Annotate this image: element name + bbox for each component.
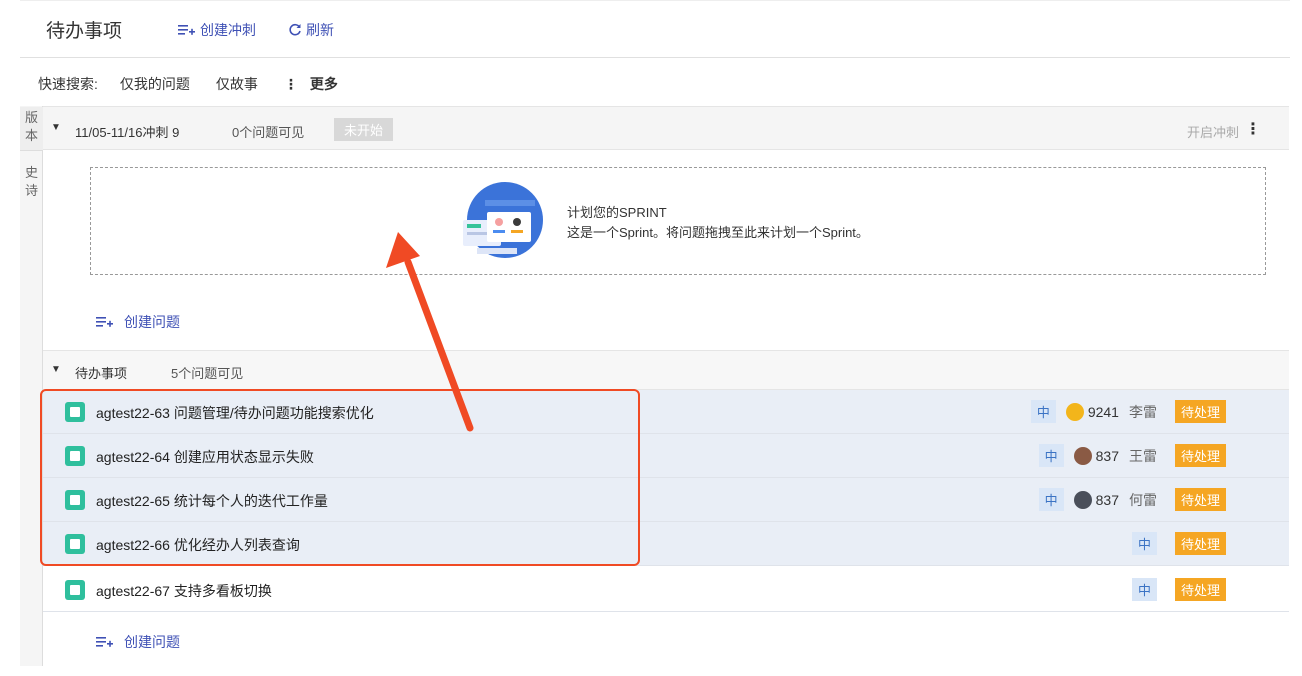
collapse-caret-icon[interactable]: ▼ — [51, 364, 61, 375]
status-badge: 待处理 — [1174, 488, 1226, 511]
sprint-empty-title: 计划您的SPRINT — [567, 205, 667, 220]
side-tabs: 版本 史诗 — [20, 106, 43, 666]
story-points: 837 — [1095, 447, 1119, 464]
issue-key: agtest22-67 — [96, 583, 170, 599]
filter-my-issues[interactable]: 仅我的问题 — [120, 74, 190, 94]
quick-search-bar: 快速搜索: 仅我的问题 仅故事 ⋮ 更多 — [38, 74, 338, 94]
status-badge: 待处理 — [1174, 578, 1226, 601]
priority-badge: 中 — [1131, 532, 1157, 555]
backlog-main: ▼ 11/05-11/16冲刺 9 0个问题可见 未开始 开启冲刺 ⋮ 计划您的… — [43, 106, 1289, 666]
story-points: 837 — [1095, 491, 1119, 508]
more-filters-label: 更多 — [309, 76, 338, 92]
sprint-empty-message: 计划您的SPRINT 这是一个Sprint。将问题拖拽至此来计划一个Sprint… — [567, 203, 869, 243]
avatar — [1073, 446, 1092, 465]
create-sprint-label: 创建冲刺 — [200, 22, 256, 38]
refresh-button[interactable]: 刷新 — [288, 20, 334, 40]
backlog-header: ▼ 待办事项 5个问题可见 — [43, 350, 1289, 390]
annotation-highlight-box — [40, 389, 640, 566]
side-tab-epic[interactable]: 史诗 — [20, 162, 43, 202]
status-badge: 待处理 — [1174, 532, 1226, 555]
more-filters-button[interactable]: ⋮ 更多 — [284, 74, 338, 94]
story-icon — [65, 580, 85, 600]
sprint-header: ▼ 11/05-11/16冲刺 9 0个问题可见 未开始 开启冲刺 ⋮ — [43, 106, 1289, 150]
create-issue-label: 创建问题 — [124, 314, 180, 330]
list-add-icon — [96, 317, 113, 327]
refresh-label: 刷新 — [306, 22, 334, 38]
sprint-status-badge: 未开始 — [334, 118, 394, 141]
issue-row[interactable]: agtest22-67 支持多看板切换 中 待处理 — [43, 568, 1289, 612]
page-title: 待办事项 — [46, 21, 123, 42]
create-sprint-button[interactable]: 创建冲刺 — [178, 20, 256, 40]
assignee-name: 王雷 — [1128, 447, 1157, 464]
sprint-create-issue-button[interactable]: 创建问题 — [96, 312, 180, 332]
side-tab-version[interactable]: 版本 — [20, 107, 43, 151]
filter-stories-only[interactable]: 仅故事 — [216, 74, 258, 94]
refresh-icon — [289, 23, 301, 36]
backlog-create-issue-button[interactable]: 创建问题 — [96, 632, 180, 652]
priority-badge: 中 — [1038, 488, 1064, 511]
backlog-name: 待办事项 — [75, 366, 128, 381]
assignee-name: 李雷 — [1128, 403, 1157, 420]
sprint-plan-illustration — [463, 182, 543, 258]
priority-badge: 中 — [1030, 400, 1056, 423]
priority-badge: 中 — [1038, 444, 1064, 467]
status-badge: 待处理 — [1174, 400, 1226, 423]
avatar — [1065, 402, 1084, 421]
assignee-name: 何雷 — [1128, 491, 1157, 508]
avatar — [1073, 490, 1092, 509]
top-bar: 待办事项 创建冲刺 刷新 — [20, 0, 1290, 58]
list-add-icon — [96, 637, 113, 647]
more-vertical-icon: ⋮ — [283, 75, 298, 92]
sprint-empty-desc: 这是一个Sprint。将问题拖拽至此来计划一个Sprint。 — [567, 225, 869, 240]
list-add-icon — [178, 25, 195, 35]
backlog-issue-count: 5个问题可见 — [171, 366, 244, 381]
collapse-caret-icon[interactable]: ▼ — [51, 122, 61, 133]
start-sprint-button[interactable]: 开启冲刺 — [1187, 122, 1239, 141]
sprint-issue-count: 0个问题可见 — [232, 125, 305, 140]
sprint-name: 11/05-11/16冲刺 9 — [75, 125, 180, 140]
issue-summary: 支持多看板切换 — [173, 583, 272, 599]
sprint-drop-zone[interactable]: 计划您的SPRINT 这是一个Sprint。将问题拖拽至此来计划一个Sprint… — [90, 167, 1266, 275]
priority-badge: 中 — [1131, 578, 1157, 601]
sprint-menu-icon[interactable]: ⋮ — [1245, 119, 1261, 139]
create-issue-label: 创建问题 — [124, 634, 180, 650]
status-badge: 待处理 — [1174, 444, 1226, 467]
quick-search-label: 快速搜索: — [38, 76, 98, 92]
story-points: 9241 — [1087, 403, 1119, 420]
